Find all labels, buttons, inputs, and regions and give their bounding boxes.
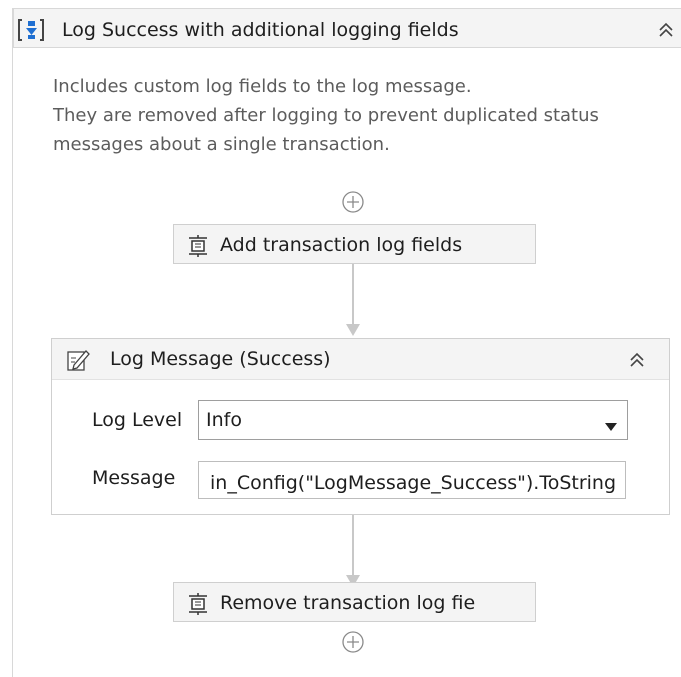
annotation-line: They are removed after logging to preven… xyxy=(53,105,599,126)
log-message-icon xyxy=(66,348,90,372)
dropdown-arrow-icon xyxy=(605,416,617,431)
add-activity-plus-icon[interactable] xyxy=(341,190,365,214)
message-input[interactable]: in_Config("LogMessage_Success").ToString xyxy=(198,461,626,499)
message-value: in_Config("LogMessage_Success").ToString xyxy=(210,472,617,494)
sequence-header[interactable]: Log Success with additional logging fiel… xyxy=(13,8,681,48)
log-level-label: Log Level xyxy=(92,409,183,431)
message-label: Message xyxy=(92,467,176,489)
log-message-title: Log Message (Success) xyxy=(110,348,331,370)
annotation-text: Includes custom log fields to the log me… xyxy=(53,72,653,159)
activity-label: Remove transaction log fie xyxy=(220,592,476,614)
log-level-value: Info xyxy=(206,409,242,431)
double-chevron-up-icon[interactable] xyxy=(626,349,648,371)
sequence-container: Log Success with additional logging fiel… xyxy=(12,8,681,677)
add-transaction-log-fields-activity[interactable]: Add transaction log fields xyxy=(173,224,536,264)
log-message-activity[interactable]: Log Message (Success) Log Level Info Mes… xyxy=(51,338,670,515)
invoke-workflow-icon xyxy=(188,235,208,257)
add-activity-plus-icon[interactable] xyxy=(341,630,365,654)
activity-label: Add transaction log fields xyxy=(220,234,463,256)
remove-transaction-log-fields-activity[interactable]: Remove transaction log fie xyxy=(173,582,536,622)
sequence-title: Log Success with additional logging fiel… xyxy=(62,19,459,41)
invoke-workflow-icon xyxy=(188,593,208,615)
log-message-header[interactable]: Log Message (Success) xyxy=(52,339,669,380)
double-chevron-up-icon[interactable] xyxy=(655,19,677,41)
flow-connector-arrow xyxy=(346,264,360,336)
annotation-line: messages about a single transaction. xyxy=(53,134,390,155)
flow-connector-arrow xyxy=(346,515,360,587)
sequence-icon xyxy=(18,17,46,43)
annotation-line: Includes custom log fields to the log me… xyxy=(53,76,472,97)
log-level-select[interactable]: Info xyxy=(198,400,628,440)
